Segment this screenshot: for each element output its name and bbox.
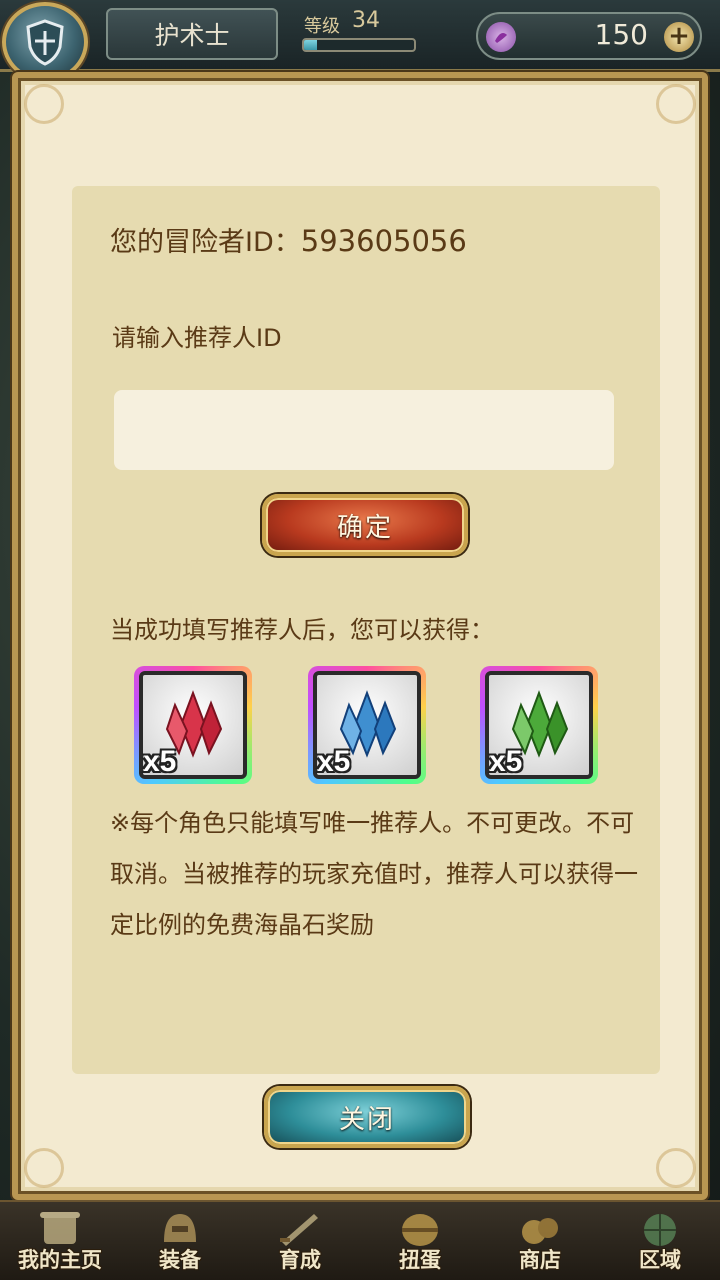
corner-ornament: [656, 84, 696, 124]
reward-list: x5 x5 x5: [134, 666, 604, 790]
nav-label: 装备: [159, 1248, 201, 1272]
nav-label: 商店: [519, 1248, 561, 1272]
close-button[interactable]: 关闭: [264, 1086, 470, 1148]
nav-item-equipment[interactable]: 装备: [120, 1202, 240, 1280]
level-value: 34: [352, 8, 380, 33]
adventurer-id-value: 593605056: [300, 224, 467, 258]
nav-label: 我的主页: [18, 1248, 102, 1272]
referral-note: ※每个角色只能填写唯一推荐人。不可更改。不可取消。当被推荐的玩家充值时，推荐人可…: [110, 809, 638, 939]
corner-ornament: [24, 84, 64, 124]
corner-ornament: [24, 1148, 64, 1188]
character-name: 护术士: [106, 8, 278, 60]
nav-label: 区域: [639, 1248, 681, 1272]
guild-emblem-icon[interactable]: [2, 2, 88, 82]
nav-item-home[interactable]: 我的主页: [0, 1202, 120, 1280]
sea-crystal-icon: [486, 22, 516, 52]
level-progress-fill: [304, 40, 318, 50]
reward-item-green-crystal[interactable]: x5: [480, 666, 598, 784]
nav-item-shop[interactable]: 商店: [480, 1202, 600, 1280]
top-bar: 护术士 等级 34 150 +: [0, 0, 720, 82]
reward-count: x5: [143, 745, 177, 778]
nav-label: 扭蛋: [399, 1248, 441, 1272]
add-currency-button[interactable]: +: [664, 22, 694, 52]
nav-item-gacha[interactable]: 扭蛋: [360, 1202, 480, 1280]
reward-item-red-crystal[interactable]: x5: [134, 666, 252, 784]
dialog-content: 您的冒险者ID：593605056 请输入推荐人ID 确定 当成功填写推荐人后，…: [72, 186, 660, 1074]
level-label: 等级: [304, 16, 340, 37]
bottom-nav: 我的主页 装备 育成 扭蛋 商店 区域: [0, 1200, 720, 1280]
currency-box: 150 +: [476, 12, 702, 60]
reward-item-blue-crystal[interactable]: x5: [308, 666, 426, 784]
referrer-id-input[interactable]: [114, 390, 614, 470]
adventurer-id: 您的冒险者ID：593605056: [110, 220, 467, 259]
reward-title: 当成功填写推荐人后，您可以获得：: [110, 616, 494, 644]
nav-item-training[interactable]: 育成: [240, 1202, 360, 1280]
referrer-prompt: 请输入推荐人ID: [112, 324, 282, 352]
nav-label: 育成: [279, 1248, 321, 1272]
corner-ornament: [656, 1148, 696, 1188]
adventurer-id-label: 您的冒险者ID：: [110, 227, 301, 258]
currency-value: 150: [594, 18, 648, 51]
referral-dialog: 您的冒险者ID：593605056 请输入推荐人ID 确定 当成功填写推荐人后，…: [12, 72, 708, 1200]
confirm-button[interactable]: 确定: [262, 494, 468, 556]
level-box: 等级 34: [296, 8, 424, 58]
nav-item-region[interactable]: 区域: [600, 1202, 720, 1280]
reward-count: x5: [317, 745, 351, 778]
level-progress-bar: [302, 38, 416, 52]
reward-count: x5: [489, 745, 523, 778]
